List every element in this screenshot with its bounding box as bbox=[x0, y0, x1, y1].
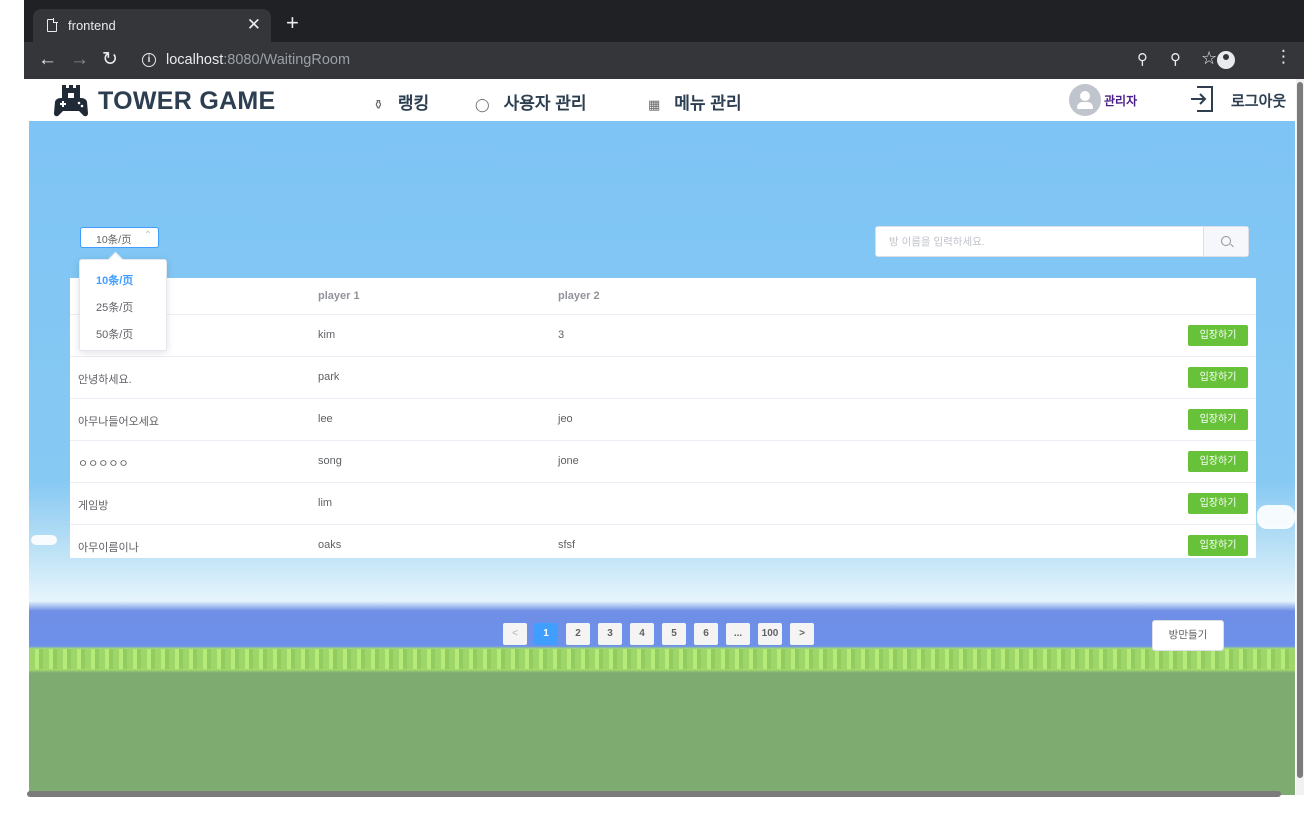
horizontal-scrollbar[interactable] bbox=[27, 791, 1281, 797]
player2-name: jone bbox=[558, 455, 579, 467]
page-size-option[interactable]: 50条/页 bbox=[96, 326, 133, 342]
enter-room-button[interactable]: 입장하기 bbox=[1188, 367, 1248, 388]
back-icon[interactable]: ← bbox=[38, 49, 57, 71]
room-table: player 1 player 2 kim 3 입장하기 안녕하세요. park… bbox=[70, 278, 1256, 558]
url-host: localhost bbox=[166, 52, 224, 68]
prev-page-button[interactable]: < bbox=[503, 623, 527, 645]
table-row: 아무이름이나 oaks sfsf 입장하기 bbox=[70, 525, 1256, 558]
enter-room-button[interactable]: 입장하기 bbox=[1188, 493, 1248, 514]
player2-name: jeo bbox=[558, 413, 573, 425]
nav-user-management[interactable]: ◯ 사용자 관리 bbox=[475, 89, 587, 114]
player2-name: 3 bbox=[558, 329, 565, 341]
page-button-2[interactable]: 2 bbox=[566, 623, 590, 645]
zoom-icon[interactable]: ⚲ bbox=[1170, 50, 1181, 68]
site-title[interactable]: TOWER GAME bbox=[98, 87, 276, 116]
url-text: localhost:8080/WaitingRoom bbox=[166, 52, 350, 68]
column-header-player2: player 2 bbox=[558, 290, 600, 302]
forward-icon[interactable]: → bbox=[70, 49, 89, 71]
room-name: 아무나들어오세요 bbox=[78, 416, 159, 428]
page-size-dropdown: 10条/页 25条/页 50条/页 bbox=[79, 259, 167, 351]
profile-icon[interactable] bbox=[1217, 51, 1235, 69]
trophy-icon: ⚱ bbox=[373, 97, 384, 112]
page-size-option[interactable]: 10条/页 bbox=[96, 272, 133, 288]
room-search bbox=[875, 226, 1249, 257]
key-icon[interactable]: ⚲ bbox=[1137, 50, 1148, 68]
page-ellipsis[interactable]: ... bbox=[726, 623, 750, 645]
page-button-3[interactable]: 3 bbox=[598, 623, 622, 645]
logout-button[interactable]: 로그아웃 bbox=[1231, 90, 1286, 111]
gamepad-tower-icon[interactable] bbox=[53, 84, 89, 117]
create-room-button[interactable]: 방만들기 bbox=[1152, 620, 1224, 651]
page-size-option[interactable]: 25条/页 bbox=[96, 299, 133, 315]
url-path: :8080/WaitingRoom bbox=[223, 52, 351, 68]
player1-name: kim bbox=[318, 329, 336, 341]
next-page-button[interactable]: > bbox=[790, 623, 814, 645]
room-name: 안녕하세요. bbox=[78, 374, 132, 386]
address-bar[interactable]: i localhost:8080/WaitingRoom bbox=[134, 46, 1264, 75]
logout-icon[interactable] bbox=[1189, 85, 1215, 113]
info-icon[interactable]: i bbox=[142, 53, 156, 67]
browser-chrome: frontend ✕ + ← → ↻ i localhost:8080/Wait… bbox=[24, 0, 1304, 79]
room-name: ㅇㅇㅇㅇㅇ bbox=[78, 458, 129, 470]
chevron-up-icon: ⌃ bbox=[143, 230, 152, 241]
page-size-select[interactable]: 10条/页 ⌃ bbox=[80, 227, 159, 248]
nav-menu-management-label: 메뉴 관리 bbox=[674, 94, 742, 113]
enter-room-button[interactable]: 입장하기 bbox=[1188, 325, 1248, 346]
player1-name: oaks bbox=[318, 539, 342, 551]
vertical-scrollbar[interactable] bbox=[1297, 82, 1303, 778]
nav-user-management-label: 사용자 관리 bbox=[503, 94, 587, 113]
table-row: 아무나들어오세요 lee jeo 입장하기 bbox=[70, 399, 1256, 441]
page-button-5[interactable]: 5 bbox=[662, 623, 686, 645]
enter-room-button[interactable]: 입장하기 bbox=[1188, 535, 1248, 556]
cloud bbox=[31, 535, 57, 545]
player1-name: lee bbox=[318, 413, 333, 425]
page-size-value: 10条/页 bbox=[96, 234, 132, 246]
table-row: ㅇㅇㅇㅇㅇ song jone 입장하기 bbox=[70, 441, 1256, 483]
player1-name: song bbox=[318, 455, 342, 467]
cloud bbox=[1257, 505, 1295, 529]
search-input[interactable] bbox=[876, 227, 1203, 256]
close-tab-icon[interactable]: ✕ bbox=[247, 15, 261, 35]
grass-strip bbox=[29, 649, 1295, 669]
player2-name: sfsf bbox=[558, 539, 576, 551]
more-icon[interactable]: ⋮ bbox=[1275, 47, 1292, 67]
new-tab-button[interactable]: + bbox=[286, 12, 299, 34]
player1-name: lim bbox=[318, 497, 333, 509]
column-header-player1: player 1 bbox=[318, 290, 360, 302]
enter-room-button[interactable]: 입장하기 bbox=[1188, 451, 1248, 472]
document-icon bbox=[47, 18, 58, 32]
room-name: 게임방 bbox=[78, 500, 109, 512]
page-button-6[interactable]: 6 bbox=[694, 623, 718, 645]
user-name[interactable]: 관리자 bbox=[1104, 92, 1137, 109]
room-name: 아무이름이나 bbox=[78, 542, 139, 554]
site-header: TOWER GAME ⚱ 랭킹 ◯ 사용자 관리 ▦ 메뉴 관리 관리자 로그아웃 bbox=[29, 79, 1295, 121]
player1-name: park bbox=[318, 371, 340, 383]
nav-menu-management[interactable]: ▦ 메뉴 관리 bbox=[648, 89, 742, 114]
tab-title: frontend bbox=[68, 18, 116, 33]
star-icon[interactable]: ☆ bbox=[1201, 48, 1217, 69]
page-button-100[interactable]: 100 bbox=[758, 623, 782, 645]
page-button-1[interactable]: 1 bbox=[534, 623, 558, 645]
search-icon[interactable] bbox=[1203, 227, 1248, 256]
nav-ranking-label: 랭킹 bbox=[397, 94, 430, 113]
table-row: 게임방 lim 입장하기 bbox=[70, 483, 1256, 525]
enter-room-button[interactable]: 입장하기 bbox=[1188, 409, 1248, 430]
nav-ranking[interactable]: ⚱ 랭킹 bbox=[373, 89, 429, 114]
page-button-4[interactable]: 4 bbox=[630, 623, 654, 645]
reload-icon[interactable]: ↻ bbox=[102, 49, 118, 71]
browser-tab[interactable]: frontend ✕ bbox=[33, 9, 271, 42]
table-row: 안녕하세요. park 입장하기 bbox=[70, 357, 1256, 399]
user-icon: ◯ bbox=[475, 97, 490, 112]
browser-toolbar: ← → ↻ i localhost:8080/WaitingRoom ⚲ ⚲ ☆… bbox=[24, 42, 1304, 79]
table-row: kim 3 입장하기 bbox=[70, 315, 1256, 357]
web-page: TOWER GAME ⚱ 랭킹 ◯ 사용자 관리 ▦ 메뉴 관리 관리자 로그아웃 1… bbox=[29, 79, 1295, 795]
avatar[interactable] bbox=[1069, 84, 1101, 116]
grid-icon: ▦ bbox=[648, 97, 661, 112]
